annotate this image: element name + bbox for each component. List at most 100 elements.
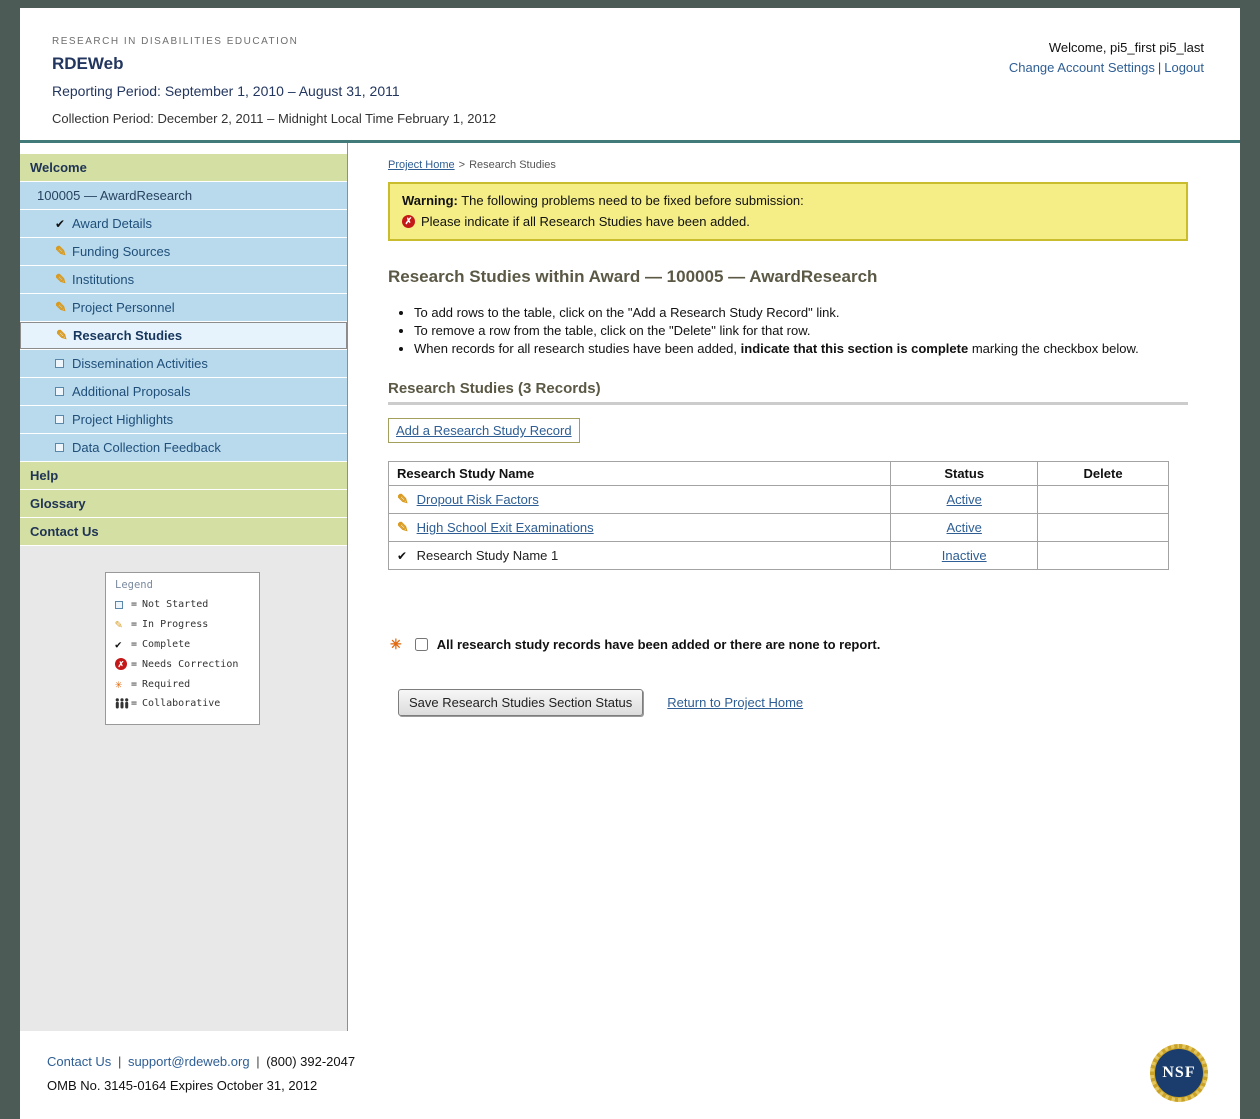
sidebar-nav: Welcome 100005 — AwardResearch Award Det… bbox=[20, 143, 347, 546]
legend-item: = Complete bbox=[115, 638, 251, 651]
status-link[interactable]: Active bbox=[947, 492, 982, 507]
section-complete-row: All research study records have been add… bbox=[390, 636, 1188, 653]
sidebar-item-label: Glossary bbox=[30, 496, 86, 511]
pencil-icon bbox=[55, 243, 72, 260]
square-icon bbox=[115, 601, 131, 609]
column-header-status: Status bbox=[891, 462, 1038, 486]
instruction-item: When records for all research studies ha… bbox=[414, 341, 1188, 356]
asterisk-icon bbox=[115, 677, 131, 691]
account-area: Welcome, pi5_first pi5_last Change Accou… bbox=[1009, 36, 1204, 126]
square-icon bbox=[55, 415, 72, 424]
sidebar-item-additional-proposals[interactable]: Additional Proposals bbox=[20, 378, 347, 405]
pencil-icon bbox=[397, 491, 413, 508]
sidebar-item-institutions[interactable]: Institutions bbox=[20, 266, 347, 293]
breadcrumb-current: Research Studies bbox=[469, 159, 556, 171]
legend-label: Needs Correction bbox=[142, 659, 238, 670]
sidebar-item-help[interactable]: Help bbox=[20, 462, 347, 489]
page-background: RESEARCH IN DISABILITIES EDUCATION RDEWe… bbox=[0, 0, 1260, 1119]
program-name: RESEARCH IN DISABILITIES EDUCATION bbox=[52, 36, 496, 47]
sidebar-item-label: Project Personnel bbox=[72, 300, 175, 315]
instructions-list: To add rows to the table, click on the "… bbox=[414, 305, 1188, 356]
pencil-icon bbox=[55, 271, 72, 288]
pencil-icon bbox=[56, 327, 73, 344]
sidebar-item-label: Dissemination Activities bbox=[72, 356, 208, 371]
actions-row: Save Research Studies Section Status Ret… bbox=[398, 689, 1188, 716]
nsf-logo: NSF bbox=[1150, 1044, 1208, 1102]
content-area: Welcome 100005 — AwardResearch Award Det… bbox=[20, 143, 1240, 1031]
legend-item: = Collaborative bbox=[115, 698, 251, 709]
warning-label: Warning: bbox=[402, 193, 458, 208]
sidebar-item-contact-us[interactable]: Contact Us bbox=[20, 518, 347, 545]
sidebar: Welcome 100005 — AwardResearch Award Det… bbox=[20, 143, 348, 1031]
header-titles: RESEARCH IN DISABILITIES EDUCATION RDEWe… bbox=[52, 36, 496, 126]
legend-item: = Not Started bbox=[115, 599, 251, 610]
footer-omb-line: OMB No. 3145-0164 Expires October 31, 20… bbox=[47, 1078, 355, 1093]
study-name-link[interactable]: Dropout Risk Factors bbox=[417, 492, 539, 507]
sidebar-item-dissemination-activities[interactable]: Dissemination Activities bbox=[20, 350, 347, 377]
section-complete-label: All research study records have been add… bbox=[437, 637, 881, 652]
square-icon bbox=[55, 359, 72, 368]
collection-period: Collection Period: December 2, 2011 – Mi… bbox=[52, 111, 496, 126]
error-icon bbox=[115, 658, 131, 670]
section-complete-checkbox[interactable] bbox=[415, 638, 428, 651]
delete-cell bbox=[1038, 486, 1169, 514]
page-title: Research Studies within Award — 100005 —… bbox=[388, 267, 1188, 287]
square-icon bbox=[55, 443, 72, 452]
delete-cell bbox=[1038, 542, 1169, 570]
check-icon bbox=[397, 549, 413, 563]
table-row: Dropout Risk Factors Active bbox=[389, 486, 1169, 514]
pencil-icon bbox=[397, 519, 413, 536]
check-icon bbox=[55, 217, 72, 231]
sidebar-item-project-personnel[interactable]: Project Personnel bbox=[20, 294, 347, 321]
reporting-period: Reporting Period: September 1, 2010 – Au… bbox=[52, 83, 496, 99]
legend: Legend = Not Started = In Progress bbox=[105, 572, 260, 725]
column-header-name: Research Study Name bbox=[389, 462, 891, 486]
sidebar-item-data-collection-feedback[interactable]: Data Collection Feedback bbox=[20, 434, 347, 461]
sidebar-item-glossary[interactable]: Glossary bbox=[20, 490, 347, 517]
breadcrumb-project-home-link[interactable]: Project Home bbox=[388, 159, 455, 171]
sidebar-item-label: Funding Sources bbox=[72, 244, 170, 259]
link-separator: | bbox=[1158, 60, 1161, 75]
sidebar-item-label: Help bbox=[30, 468, 58, 483]
study-name-text: Research Study Name 1 bbox=[417, 548, 559, 563]
account-links: Change Account Settings|Logout bbox=[1009, 60, 1204, 75]
study-name-link[interactable]: High School Exit Examinations bbox=[417, 520, 594, 535]
legend-label: Not Started bbox=[142, 599, 208, 610]
status-link[interactable]: Inactive bbox=[942, 548, 987, 563]
footer-contact-link[interactable]: Contact Us bbox=[47, 1054, 111, 1069]
sidebar-item-label: Project Highlights bbox=[72, 412, 173, 427]
add-research-study-link[interactable]: Add a Research Study Record bbox=[396, 423, 572, 438]
logout-link[interactable]: Logout bbox=[1164, 60, 1204, 75]
footer-email-link[interactable]: support@rdeweb.org bbox=[128, 1054, 250, 1069]
footer-contact-line: Contact Us | support@rdeweb.org | (800) … bbox=[47, 1054, 355, 1069]
warning-item: Please indicate if all Research Studies … bbox=[402, 214, 1174, 229]
footer-phone: (800) 392-2047 bbox=[266, 1054, 355, 1069]
column-header-delete: Delete bbox=[1038, 462, 1169, 486]
sidebar-item-award[interactable]: 100005 — AwardResearch bbox=[20, 182, 347, 209]
sidebar-item-project-highlights[interactable]: Project Highlights bbox=[20, 406, 347, 433]
sidebar-lower-area: Legend = Not Started = In Progress bbox=[20, 546, 347, 1031]
save-section-status-button[interactable]: Save Research Studies Section Status bbox=[398, 689, 643, 716]
change-account-settings-link[interactable]: Change Account Settings bbox=[1009, 60, 1155, 75]
return-to-project-home-link[interactable]: Return to Project Home bbox=[667, 695, 803, 710]
sidebar-item-label: Welcome bbox=[30, 160, 87, 175]
sidebar-item-research-studies[interactable]: Research Studies bbox=[20, 322, 347, 349]
sidebar-item-label: Additional Proposals bbox=[72, 384, 191, 399]
sidebar-item-welcome[interactable]: Welcome bbox=[20, 154, 347, 181]
legend-item: = Needs Correction bbox=[115, 658, 251, 670]
error-icon bbox=[402, 215, 415, 228]
legend-label: Complete bbox=[142, 639, 190, 650]
sidebar-item-funding-sources[interactable]: Funding Sources bbox=[20, 238, 347, 265]
section-heading: Research Studies (3 Records) bbox=[388, 380, 1188, 405]
app-window: RESEARCH IN DISABILITIES EDUCATION RDEWe… bbox=[20, 8, 1240, 1119]
status-link[interactable]: Active bbox=[947, 520, 982, 535]
main-content: Project Home>Research Studies Warning: T… bbox=[348, 143, 1240, 1031]
legend-label: Collaborative bbox=[142, 698, 220, 709]
delete-cell bbox=[1038, 514, 1169, 542]
sidebar-item-award-details[interactable]: Award Details bbox=[20, 210, 347, 237]
sidebar-item-label: Award Details bbox=[72, 216, 152, 231]
pencil-icon bbox=[55, 299, 72, 316]
legend-title: Legend bbox=[115, 579, 251, 591]
header: RESEARCH IN DISABILITIES EDUCATION RDEWe… bbox=[20, 8, 1240, 140]
legend-label: In Progress bbox=[142, 619, 208, 630]
